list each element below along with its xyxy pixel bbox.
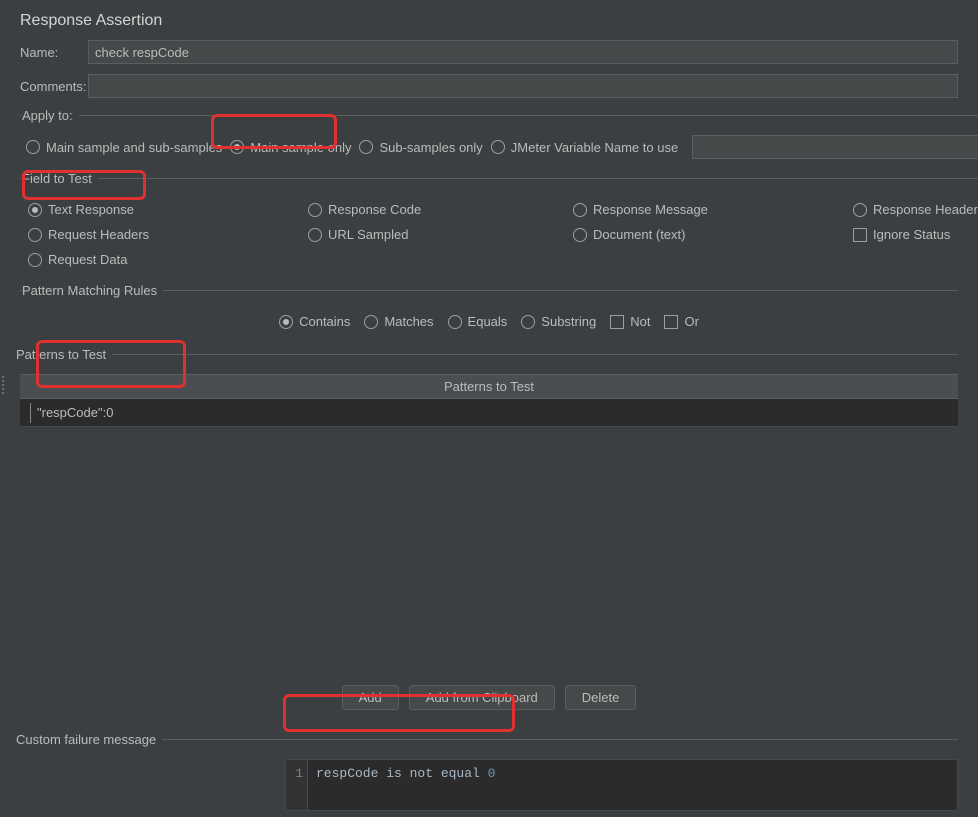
radio-substring[interactable]: Substring	[521, 314, 596, 329]
patterns-table-header: Patterns to Test	[20, 374, 958, 399]
check-ignore-status[interactable]: Ignore Status	[853, 227, 978, 242]
custom-failure-group: Custom failure message 1 respCode is not…	[20, 732, 958, 817]
custom-failure-legend: Custom failure message	[16, 732, 162, 747]
checkbox-icon	[664, 315, 678, 329]
radio-icon	[28, 228, 42, 242]
radio-label: Contains	[299, 314, 350, 329]
comments-input[interactable]	[88, 74, 958, 98]
failure-message-editor[interactable]: 1 respCode is not equal 0	[285, 759, 958, 811]
radio-icon	[28, 203, 42, 217]
radio-label: JMeter Variable Name to use	[511, 140, 678, 155]
jmeter-var-input[interactable]	[692, 135, 978, 159]
name-label: Name:	[20, 45, 88, 60]
check-label: Ignore Status	[873, 227, 950, 242]
radio-label: Document (text)	[593, 227, 685, 242]
radio-label: Response Headers	[873, 202, 978, 217]
radio-label: Request Data	[48, 252, 128, 267]
radio-label: URL Sampled	[328, 227, 408, 242]
field-to-test-legend: Field to Test	[22, 171, 98, 186]
editor-gutter: 1	[286, 760, 308, 810]
drag-handle-icon[interactable]	[2, 376, 4, 394]
radio-label: Main sample only	[250, 140, 351, 155]
pattern-rules-group: Pattern Matching Rules Contains Matches …	[20, 283, 958, 341]
radio-label: Sub-samples only	[379, 140, 482, 155]
radio-label: Matches	[384, 314, 433, 329]
radio-text-response[interactable]: Text Response	[28, 202, 308, 217]
radio-icon	[308, 203, 322, 217]
radio-label: Text Response	[48, 202, 134, 217]
radio-icon	[491, 140, 505, 154]
radio-sub-only[interactable]: Sub-samples only	[359, 140, 482, 155]
radio-icon	[230, 140, 244, 154]
radio-equals[interactable]: Equals	[448, 314, 508, 329]
radio-icon	[573, 203, 587, 217]
radio-jmeter-var[interactable]: JMeter Variable Name to use	[491, 140, 678, 155]
add-button[interactable]: Add	[342, 685, 399, 710]
radio-icon	[359, 140, 373, 154]
radio-document-text[interactable]: Document (text)	[573, 227, 853, 242]
radio-icon	[308, 228, 322, 242]
radio-icon	[279, 315, 293, 329]
radio-label: Main sample and sub-samples	[46, 140, 222, 155]
radio-main-only[interactable]: Main sample only	[230, 140, 351, 155]
radio-icon	[521, 315, 535, 329]
table-row[interactable]	[20, 399, 958, 427]
patterns-table-empty-area[interactable]	[20, 427, 958, 675]
checkbox-icon	[853, 228, 867, 242]
radio-icon	[573, 228, 587, 242]
check-or[interactable]: Or	[664, 314, 698, 329]
radio-label: Response Code	[328, 202, 421, 217]
name-input[interactable]	[88, 40, 958, 64]
radio-label: Equals	[468, 314, 508, 329]
radio-request-headers[interactable]: Request Headers	[28, 227, 308, 242]
apply-to-legend: Apply to:	[22, 108, 79, 123]
add-from-clipboard-button[interactable]: Add from Clipboard	[409, 685, 555, 710]
failure-text-number: 0	[488, 766, 496, 781]
radio-icon	[853, 203, 867, 217]
radio-icon	[28, 253, 42, 267]
radio-label: Request Headers	[48, 227, 149, 242]
radio-icon	[448, 315, 462, 329]
check-label: Not	[630, 314, 650, 329]
panel-title: Response Assertion	[20, 0, 958, 40]
radio-label: Response Message	[593, 202, 708, 217]
radio-response-headers[interactable]: Response Headers	[853, 202, 978, 217]
failure-text: respCode is not equal	[316, 766, 488, 781]
patterns-to-test-legend: Patterns to Test	[16, 347, 112, 362]
radio-response-code[interactable]: Response Code	[308, 202, 573, 217]
checkbox-icon	[610, 315, 624, 329]
patterns-to-test-group: Patterns to Test Patterns to Test Add Ad…	[20, 347, 958, 726]
radio-contains[interactable]: Contains	[279, 314, 350, 329]
delete-button[interactable]: Delete	[565, 685, 637, 710]
radio-matches[interactable]: Matches	[364, 314, 433, 329]
radio-main-and-sub[interactable]: Main sample and sub-samples	[26, 140, 222, 155]
check-not[interactable]: Not	[610, 314, 650, 329]
radio-url-sampled[interactable]: URL Sampled	[308, 227, 573, 242]
editor-content[interactable]: respCode is not equal 0	[308, 760, 503, 810]
radio-label: Substring	[541, 314, 596, 329]
radio-icon	[26, 140, 40, 154]
radio-icon	[364, 315, 378, 329]
pattern-rules-legend: Pattern Matching Rules	[22, 283, 163, 298]
radio-response-message[interactable]: Response Message	[573, 202, 853, 217]
check-label: Or	[684, 314, 698, 329]
field-to-test-group: Field to Test Text Response Response Cod…	[20, 171, 978, 277]
radio-request-data[interactable]: Request Data	[28, 252, 308, 267]
comments-label: Comments:	[20, 79, 88, 94]
apply-to-group: Apply to: Main sample and sub-samples Ma…	[20, 108, 978, 165]
pattern-cell-input[interactable]	[30, 403, 170, 423]
